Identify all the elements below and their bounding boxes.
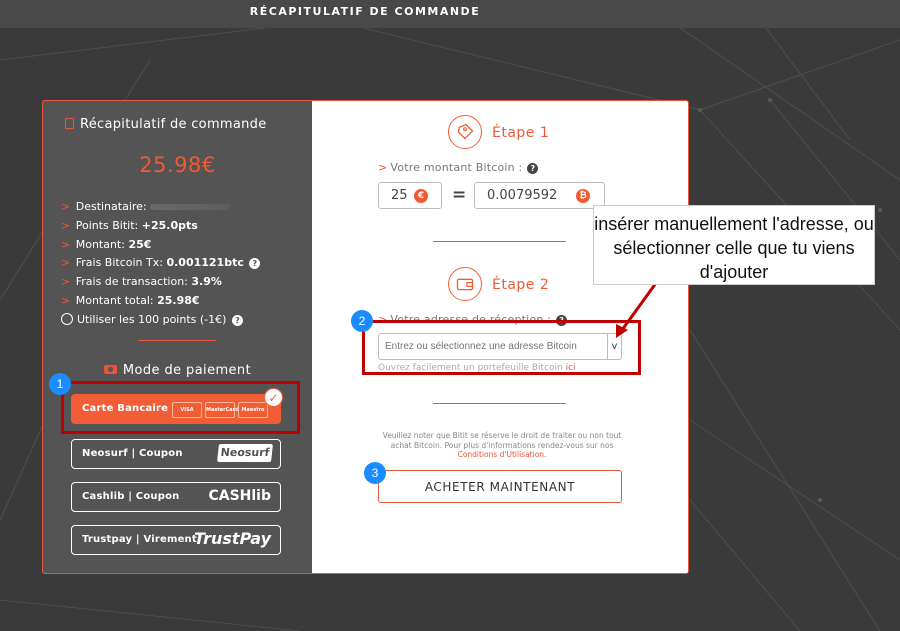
- use-points-option[interactable]: Utiliser les 100 points (-1€) ?: [61, 311, 301, 330]
- eur-amount-value: 25: [391, 188, 408, 203]
- detail-label: Points Bitit:: [75, 218, 139, 232]
- detail-value: +25.0pts: [141, 218, 198, 232]
- terms-link[interactable]: Conditions d'Utilisation.: [458, 450, 547, 459]
- highlight-box-payment: [61, 381, 300, 434]
- order-summary-panel: Récapitulatif de commande 25.98€ > Desti…: [43, 101, 312, 573]
- annotation-badge-2: 2: [351, 310, 373, 332]
- detail-label: Frais Bitcoin Tx:: [75, 256, 163, 270]
- detail-row-btc-fee: > Frais Bitcoin Tx: 0.001121btc ?: [61, 254, 301, 273]
- help-icon[interactable]: ?: [527, 163, 539, 174]
- pay-cashlib-button[interactable]: Cashlib | Coupon CASHlib: [71, 482, 281, 512]
- money-icon: [103, 365, 117, 374]
- summary-title: Récapitulatif de commande: [65, 117, 267, 132]
- detail-value: 3.9%: [191, 275, 222, 289]
- detail-row-points: > Points Bitit: +25.0pts: [61, 218, 198, 232]
- neosurf-logo: Neosurf: [217, 444, 273, 462]
- step1-label-text: Votre montant Bitcoin :: [390, 161, 523, 174]
- points-radio[interactable]: [61, 312, 73, 325]
- detail-value: 0.001121btc: [166, 256, 244, 270]
- order-details: > Destinataire: > Points Bitit: +25.0pts…: [61, 198, 301, 330]
- highlight-box-address: [362, 320, 641, 375]
- recipient-redacted: [150, 204, 231, 210]
- annotation-callout: insérer manuellement l'adresse, ou sélec…: [593, 205, 875, 285]
- step1-title: Étape 1: [492, 125, 550, 141]
- detail-label: Destinataire:: [75, 200, 147, 213]
- pay-neosurf-button[interactable]: Neosurf | Coupon Neosurf: [71, 439, 281, 469]
- detail-label: Montant total:: [75, 293, 154, 307]
- detail-row-tx-fee: > Frais de transaction: 3.9%: [61, 275, 222, 289]
- trustpay-logo: TrustPay: [193, 529, 271, 548]
- btc-amount-field[interactable]: 0.0079592 ₿: [474, 182, 605, 209]
- notice-text: Veuillez noter que Bitit se réserve le d…: [382, 431, 622, 450]
- annotation-badge-3: 3: [364, 462, 386, 484]
- euro-icon: €: [414, 189, 428, 203]
- total-amount: 25.98€: [139, 153, 216, 177]
- detail-value: 25.98€: [157, 293, 200, 307]
- detail-label: Frais de transaction:: [75, 275, 188, 289]
- points-option-label: Utiliser les 100 points (-1€): [77, 312, 227, 326]
- page-header-title: RÉCAPITULATIF DE COMMANDE: [249, 5, 481, 18]
- btc-amount-value: 0.0079592: [487, 188, 558, 203]
- payment-mode-title: Mode de paiement: [43, 363, 312, 378]
- divider: [433, 241, 566, 242]
- annotation-badge-1: 1: [49, 373, 71, 395]
- detail-row-amount: > Montant: 25€: [61, 237, 152, 251]
- pay-cashlib-label: Cashlib | Coupon: [82, 491, 180, 502]
- pay-trustpay-label: Trustpay | Virement: [82, 534, 197, 545]
- pay-neosurf-label: Neosurf | Coupon: [82, 448, 183, 459]
- cashlib-logo: CASHlib: [208, 488, 271, 504]
- tag-icon: [448, 115, 482, 149]
- step1-label: > Votre montant Bitcoin :?: [378, 161, 539, 174]
- payment-mode-label: Mode de paiement: [122, 363, 252, 378]
- equals-sign: =: [452, 185, 467, 205]
- divider: [138, 340, 216, 341]
- detail-value: 25€: [128, 237, 152, 251]
- bitcoin-icon: ₿: [576, 189, 590, 203]
- detail-row-recipient: > Destinataire:: [61, 198, 301, 217]
- help-icon[interactable]: ?: [249, 258, 261, 270]
- pay-trustpay-button[interactable]: Trustpay | Virement TrustPay: [71, 525, 281, 555]
- summary-title-text: Récapitulatif de commande: [80, 117, 267, 132]
- detail-row-total: > Montant total: 25.98€: [61, 293, 200, 307]
- divider: [433, 403, 566, 404]
- detail-label: Montant:: [75, 237, 125, 251]
- buy-now-button[interactable]: ACHETER MAINTENANT: [378, 470, 622, 503]
- wallet-icon: [448, 267, 482, 301]
- document-icon: [65, 118, 74, 129]
- terms-notice: Veuillez noter que Bitit se réserve le d…: [382, 431, 622, 460]
- help-icon[interactable]: ?: [231, 314, 243, 326]
- eur-amount-field[interactable]: 25 €: [378, 182, 442, 209]
- step2-title: Étape 2: [492, 277, 550, 293]
- top-bar: RÉCAPITULATIF DE COMMANDE: [0, 0, 900, 28]
